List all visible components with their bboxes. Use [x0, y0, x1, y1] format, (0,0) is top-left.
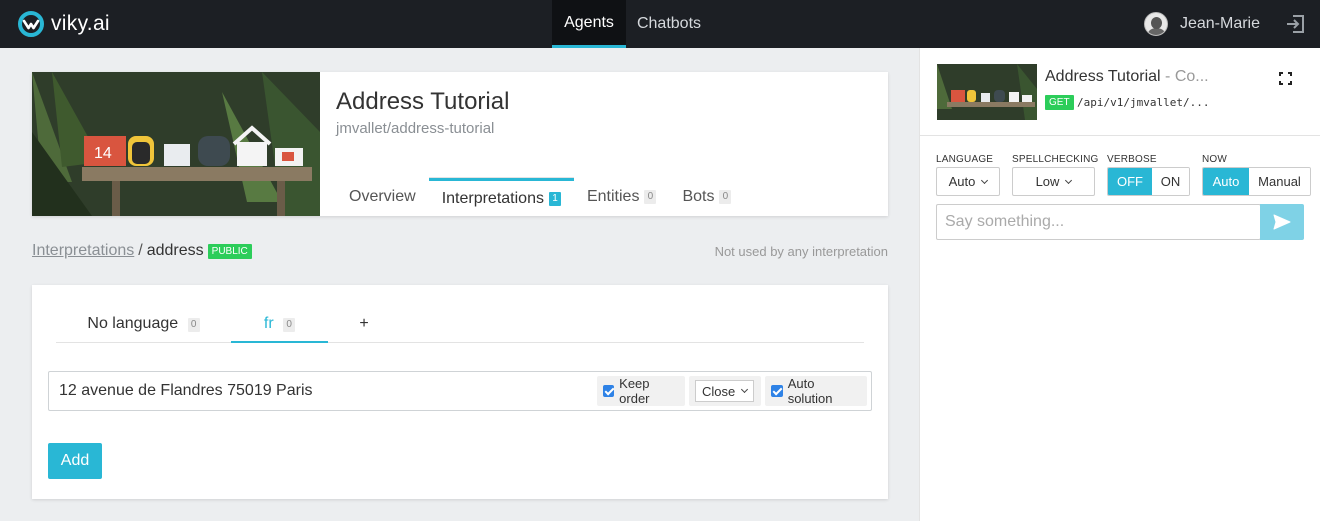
breadcrumb: Interpretations / address PUBLIC — [32, 242, 252, 260]
auto-solution-label: Auto solution — [787, 376, 833, 406]
logout-icon[interactable] — [1284, 13, 1306, 35]
now-toggle: Auto Manual — [1202, 167, 1311, 196]
lang-tab-fr[interactable]: fr 0 — [231, 309, 328, 343]
breadcrumb-separator: / — [138, 242, 143, 259]
console-subtitle: - Co... — [1160, 68, 1209, 85]
brand-logo[interactable]: viky.ai — [18, 10, 110, 38]
expression-input[interactable]: 12 avenue de Flandres 75019 Paris Keep o… — [48, 371, 872, 411]
interpretations-count-badge: 1 — [548, 191, 561, 206]
now-label: NOW — [1202, 154, 1228, 165]
say-something-input[interactable] — [936, 204, 1261, 240]
add-button[interactable]: Add — [48, 443, 102, 479]
checkbox-checked-icon — [771, 385, 783, 397]
breadcrumb-current: address — [146, 242, 204, 259]
agent-slug: jmvallet/address-tutorial — [336, 120, 495, 137]
spellchecking-value: Low — [1035, 174, 1060, 189]
send-button[interactable] — [1260, 204, 1304, 240]
chevron-down-icon — [981, 176, 989, 184]
console-header: Address Tutorial - Co... GET /api/v1/jmv… — [920, 48, 1320, 136]
svg-text:14: 14 — [94, 145, 112, 162]
agent-thumbnail — [937, 64, 1037, 120]
keep-order-checkbox[interactable]: Keep order — [597, 376, 685, 406]
http-method-badge: GET — [1045, 95, 1074, 110]
user-name: Jean-Marie — [1179, 15, 1260, 32]
avatar — [1143, 12, 1168, 36]
expand-icon[interactable] — [1279, 72, 1292, 85]
breadcrumb-interpretations-link[interactable]: Interpretations — [32, 242, 134, 260]
tab-overview[interactable]: Overview — [336, 178, 429, 216]
verbose-label: VERBOSE — [1107, 154, 1157, 165]
tab-bots[interactable]: Bots 0 — [669, 178, 744, 216]
lang-count-badge: 0 — [283, 318, 296, 332]
bots-count-badge: 0 — [719, 190, 732, 204]
usage-note: Not used by any interpretation — [714, 244, 888, 259]
tab-interpretations[interactable]: Interpretations 1 — [428, 178, 574, 216]
proximity-select-wrapper: Close — [689, 376, 761, 406]
send-icon — [1273, 214, 1291, 230]
api-path: /api/v1/jmvallet/... — [1077, 96, 1210, 109]
top-navbar: viky.ai Agents Chatbots Jean-Marie — [0, 0, 1320, 48]
agent-title: Address Tutorial — [336, 88, 510, 115]
nav-tab-chatbots[interactable]: Chatbots — [626, 0, 712, 48]
tab-interpretations-label: Interpretations — [441, 189, 544, 207]
language-select[interactable]: Auto — [936, 167, 1000, 196]
tab-entities-label: Entities — [586, 188, 640, 205]
lang-tab-no-language[interactable]: No language 0 — [56, 309, 231, 343]
spellchecking-label: SPELLCHECKING — [1012, 154, 1099, 165]
agent-tabs: Overview Interpretations 1 Entities 0 Bo… — [336, 178, 744, 216]
language-tabs: No language 0 fr 0 + — [56, 309, 864, 343]
agent-image: 14 — [32, 72, 320, 216]
agent-header-card: 14 Address Tutorial jmvallet/address-tut… — [32, 72, 888, 216]
language-label: LANGUAGE — [936, 154, 994, 165]
keep-order-label: Keep order — [619, 376, 650, 406]
proximity-select[interactable]: Close — [695, 380, 755, 402]
chevron-down-icon — [741, 385, 749, 394]
checkbox-checked-icon — [603, 385, 615, 397]
console-title: Address Tutorial — [1045, 68, 1161, 85]
console-panel: Address Tutorial - Co... GET /api/v1/jmv… — [919, 48, 1320, 521]
add-language-tab[interactable]: + — [346, 309, 382, 343]
verbose-off-button[interactable]: OFF — [1108, 168, 1152, 195]
user-menu[interactable]: Jean-Marie — [1143, 12, 1260, 36]
lang-count-badge: 0 — [187, 318, 200, 332]
verbose-toggle: OFF ON — [1107, 167, 1190, 196]
now-auto-button[interactable]: Auto — [1203, 168, 1249, 195]
nav-tab-agents[interactable]: Agents — [552, 0, 626, 48]
public-badge: PUBLIC — [207, 243, 252, 259]
tab-entities[interactable]: Entities 0 — [574, 178, 669, 216]
main-content: 14 Address Tutorial jmvallet/address-tut… — [0, 48, 919, 521]
expression-text[interactable]: 12 avenue de Flandres 75019 Paris — [59, 382, 313, 400]
viky-logo-icon — [18, 11, 44, 37]
chevron-down-icon — [1065, 176, 1073, 184]
lang-tab-no-language-label: No language — [87, 315, 179, 332]
proximity-value: Close — [702, 383, 736, 399]
tab-bots-label: Bots — [682, 188, 715, 205]
console-agent-title: Address Tutorial - Co... — [1045, 68, 1209, 86]
brand-name: viky.ai — [51, 12, 110, 35]
entities-count-badge: 0 — [644, 190, 657, 204]
language-value: Auto — [948, 174, 976, 189]
auto-solution-checkbox[interactable]: Auto solution — [765, 376, 867, 406]
now-manual-button[interactable]: Manual — [1249, 168, 1310, 195]
lang-tab-fr-label: fr — [263, 315, 274, 332]
tab-overview-label: Overview — [349, 188, 416, 205]
verbose-on-button[interactable]: ON — [1152, 168, 1189, 195]
spellchecking-select[interactable]: Low — [1012, 167, 1095, 196]
interpretation-card: No language 0 fr 0 + 12 avenue de Flandr… — [32, 285, 888, 499]
